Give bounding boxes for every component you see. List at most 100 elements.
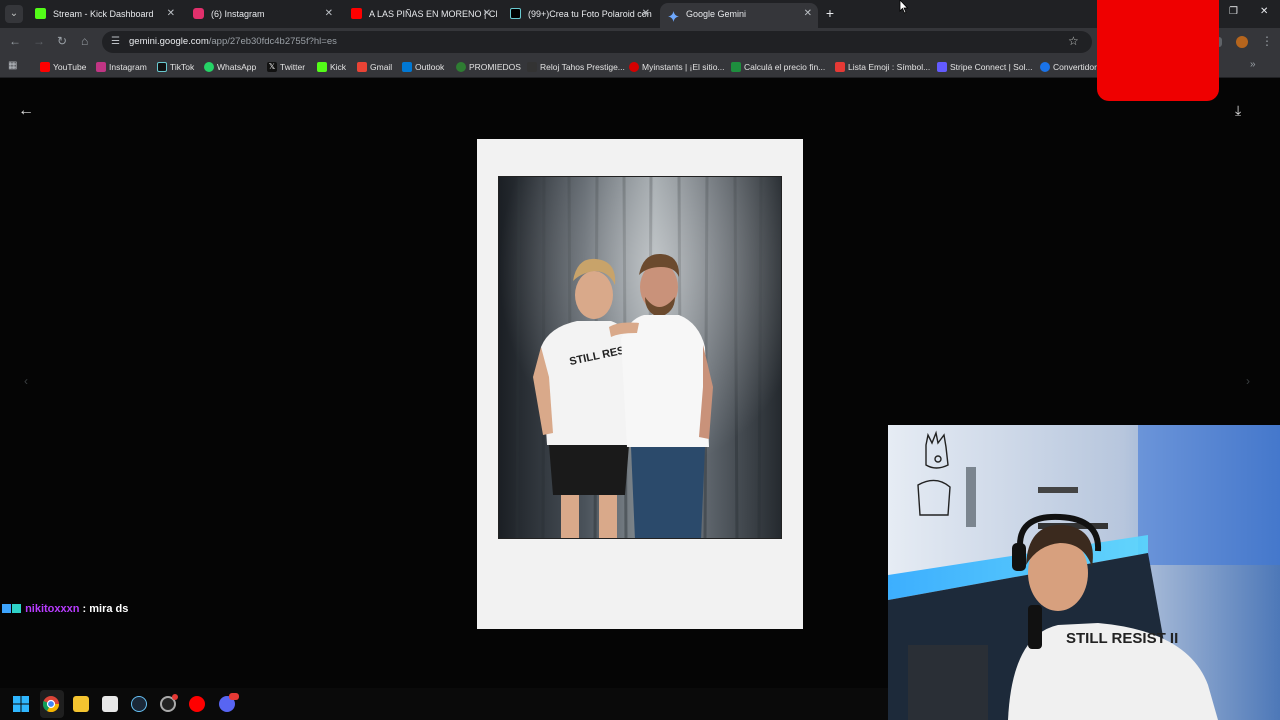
- outlook-icon: [402, 62, 412, 72]
- bookmark-instagram[interactable]: Instagram: [96, 60, 147, 74]
- tab-youtube-video[interactable]: A LAS PIÑAS EN MORENO | CI ✕: [343, 3, 497, 25]
- address-bar[interactable]: ☰ gemini.google.com/app/27eb30fdc4b2755f…: [102, 31, 1092, 53]
- notification-dot: [172, 694, 178, 700]
- forward-icon[interactable]: →: [33, 34, 45, 48]
- converter-icon: [1040, 62, 1050, 72]
- stripe-icon: [937, 62, 947, 72]
- tiktok-icon: [510, 8, 521, 19]
- chat-badge-icon: [12, 604, 21, 613]
- tab-google-gemini[interactable]: Google Gemini ✕: [660, 3, 818, 28]
- close-icon[interactable]: ✕: [804, 3, 812, 25]
- promiedos-icon: [456, 62, 466, 72]
- bookmark-stripe[interactable]: Stripe Connect | Sol...: [937, 60, 1033, 74]
- instagram-icon: [193, 8, 204, 19]
- bookmark-whatsapp[interactable]: WhatsApp: [204, 60, 256, 74]
- back-icon[interactable]: ←: [9, 34, 21, 48]
- previous-image-icon[interactable]: ‹: [24, 374, 28, 388]
- youtube-icon: [40, 62, 50, 72]
- chrome-icon[interactable]: [43, 696, 59, 712]
- tab-search-button[interactable]: ⌄: [5, 5, 23, 23]
- back-arrow-icon[interactable]: ←: [18, 102, 34, 120]
- bookmark-calcula[interactable]: Calculá el precio fin...: [731, 60, 825, 74]
- home-icon[interactable]: ⌂: [81, 34, 88, 48]
- gmail-icon: [357, 62, 367, 72]
- close-icon[interactable]: ✕: [167, 3, 175, 25]
- capcut-icon[interactable]: [102, 696, 118, 712]
- bookmark-gmail[interactable]: Gmail: [357, 60, 392, 74]
- bookmark-label: Twitter: [280, 62, 306, 72]
- bookmark-tiktok[interactable]: TikTok: [157, 60, 194, 74]
- bookmark-label: WhatsApp: [217, 62, 257, 72]
- url-path: /app/27eb30fdc4b2755f?hl=es: [208, 36, 337, 47]
- restore-icon[interactable]: ❐: [1229, 6, 1238, 17]
- mouse-cursor-icon: [899, 0, 909, 14]
- youtube-music-icon[interactable]: [189, 696, 205, 712]
- url-host: gemini.google.com: [129, 36, 209, 47]
- photo-illustration: STILL RESIST: [499, 177, 781, 538]
- bookmark-youtube[interactable]: YouTube: [40, 60, 86, 74]
- tab-instagram[interactable]: (6) Instagram ✕: [185, 3, 339, 25]
- bookmark-promiedos[interactable]: PROMIEDOS: [456, 60, 521, 74]
- site-info-icon[interactable]: ☰: [111, 36, 123, 48]
- discord-badge: [229, 693, 239, 700]
- chat-text: mira ds: [89, 603, 129, 615]
- apps-grid-icon[interactable]: ▦: [8, 61, 19, 72]
- bookmarks-bar: ▦ YouTube Instagram TikTok WhatsApp 𝕏 Twi…: [0, 56, 1280, 78]
- bookmark-label: Instagram: [109, 62, 147, 72]
- instagram-icon: [96, 62, 106, 72]
- tab-tiktok[interactable]: (99+)Crea tu Foto Polaroid con ✕: [502, 3, 656, 25]
- more-bookmarks-icon[interactable]: »: [1250, 59, 1256, 70]
- tab-label: (99+)Crea tu Foto Polaroid con: [528, 9, 652, 19]
- bookmark-label: Convertidor: [1053, 62, 1097, 72]
- bookmark-label: TikTok: [170, 62, 195, 72]
- button-icon: [629, 62, 639, 72]
- gemini-icon: [668, 8, 679, 22]
- bookmark-label: Gmail: [370, 62, 393, 72]
- file-explorer-icon[interactable]: [73, 696, 89, 712]
- reload-icon[interactable]: ↻: [57, 34, 67, 48]
- bookmark-label: Calculá el precio fin...: [744, 62, 826, 72]
- url-text: gemini.google.com/app/27eb30fdc4b2755f?h…: [129, 36, 337, 47]
- bookmark-label: Kick: [330, 62, 347, 72]
- whatsapp-icon: [204, 62, 214, 72]
- bookmark-reloj[interactable]: Reloj Tahos Prestige...: [527, 60, 625, 74]
- bookmark-label: Myinstants | ¡El sitio...: [642, 62, 725, 72]
- tab-label: Stream - Kick Dashboard: [53, 9, 154, 19]
- bookmark-label: Outlook: [415, 62, 445, 72]
- bookmark-emoji[interactable]: Lista Emoji : Símbol...: [835, 60, 930, 74]
- windows-start-icon[interactable]: [13, 696, 29, 712]
- tab-strip: ⌄ Stream - Kick Dashboard ✕ (6) Instagra…: [0, 0, 1280, 28]
- chat-username: nikitoxxxn: [25, 603, 80, 615]
- bookmark-convertidor[interactable]: Convertidor: [1040, 60, 1097, 74]
- bookmark-star-icon[interactable]: ☆: [1068, 34, 1079, 48]
- chat-badge-icon: [2, 604, 11, 613]
- next-image-icon[interactable]: ›: [1246, 374, 1250, 388]
- clock-icon: [527, 62, 537, 72]
- webcam-shirt-text: STILL RESIST II: [1066, 630, 1178, 647]
- menu-kebab-icon[interactable]: ⋮: [1261, 34, 1273, 48]
- tab-label: A LAS PIÑAS EN MORENO | CI: [369, 9, 497, 19]
- bookmark-kick[interactable]: Kick: [317, 60, 346, 74]
- close-window-icon[interactable]: ✕: [1260, 6, 1268, 17]
- bookmark-label: PROMIEDOS: [469, 62, 521, 72]
- tab-kick-dashboard[interactable]: Stream - Kick Dashboard ✕: [27, 3, 181, 25]
- bookmark-label: YouTube: [53, 62, 87, 72]
- close-icon[interactable]: ✕: [325, 3, 333, 25]
- download-icon[interactable]: ⤓: [1235, 102, 1241, 119]
- webcam-overlay: STILL RESIST II: [888, 425, 1280, 720]
- bookmark-twitter[interactable]: 𝕏 Twitter: [267, 60, 305, 74]
- profile-avatar-icon[interactable]: [1236, 36, 1248, 48]
- chat-message: nikitoxxxn : mira ds: [2, 603, 128, 615]
- generated-photo: STILL RESIST: [498, 176, 782, 539]
- steam-icon[interactable]: [131, 696, 147, 712]
- close-icon[interactable]: ✕: [483, 3, 491, 25]
- bookmark-myinstants[interactable]: Myinstants | ¡El sitio...: [629, 60, 725, 74]
- tab-label: Google Gemini: [686, 9, 747, 19]
- new-tab-button[interactable]: +: [822, 5, 838, 21]
- tab-label: (6) Instagram: [211, 9, 265, 19]
- calculator-icon: [731, 62, 741, 72]
- close-icon[interactable]: ✕: [642, 3, 650, 25]
- webcam-illustration: STILL RESIST II: [888, 425, 1280, 720]
- bookmark-outlook[interactable]: Outlook: [402, 60, 444, 74]
- youtube-icon: [351, 8, 362, 19]
